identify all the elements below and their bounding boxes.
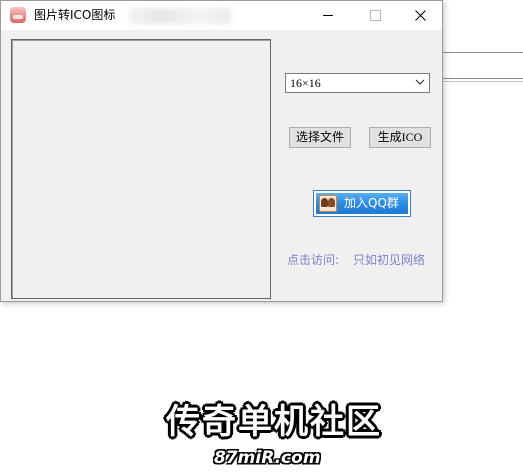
join-qq-group-face: 加入QQ群 [316, 193, 408, 214]
background-window-edge [443, 78, 523, 79]
join-qq-group-button[interactable]: 加入QQ群 [313, 190, 411, 217]
blurred-title-region [129, 8, 231, 24]
background-window-edge [443, 52, 523, 53]
watermark-url: 87miR.com [214, 448, 321, 468]
image-preview-box[interactable] [11, 39, 271, 299]
close-button[interactable] [397, 1, 443, 30]
background-window-edge [443, 81, 523, 82]
title-bar[interactable]: 图片转ICO图标 [1, 1, 442, 30]
visit-link[interactable]: 只如初见网络 [353, 253, 425, 268]
window-title: 图片转ICO图标 [34, 8, 116, 22]
chevron-down-icon [415, 79, 425, 85]
qq-avatar-icon [319, 195, 337, 212]
close-icon [415, 10, 426, 21]
app-window: 图片转ICO图标 16×16 选择文件 生成ICO 加入QQ群 点击访问: 只如… [0, 0, 443, 302]
icon-size-value: 16×16 [290, 76, 321, 90]
visit-label: 点击访问: [287, 253, 340, 267]
choose-file-button[interactable]: 选择文件 [289, 127, 351, 148]
app-icon [10, 7, 26, 23]
join-qq-group-label: 加入QQ群 [344, 196, 399, 210]
watermark-title: 传奇单机社区 [166, 402, 382, 442]
minimize-button[interactable] [306, 1, 352, 30]
generate-ico-button[interactable]: 生成ICO [369, 127, 431, 148]
icon-size-select[interactable]: 16×16 [285, 73, 430, 93]
maximize-button[interactable] [352, 1, 398, 30]
